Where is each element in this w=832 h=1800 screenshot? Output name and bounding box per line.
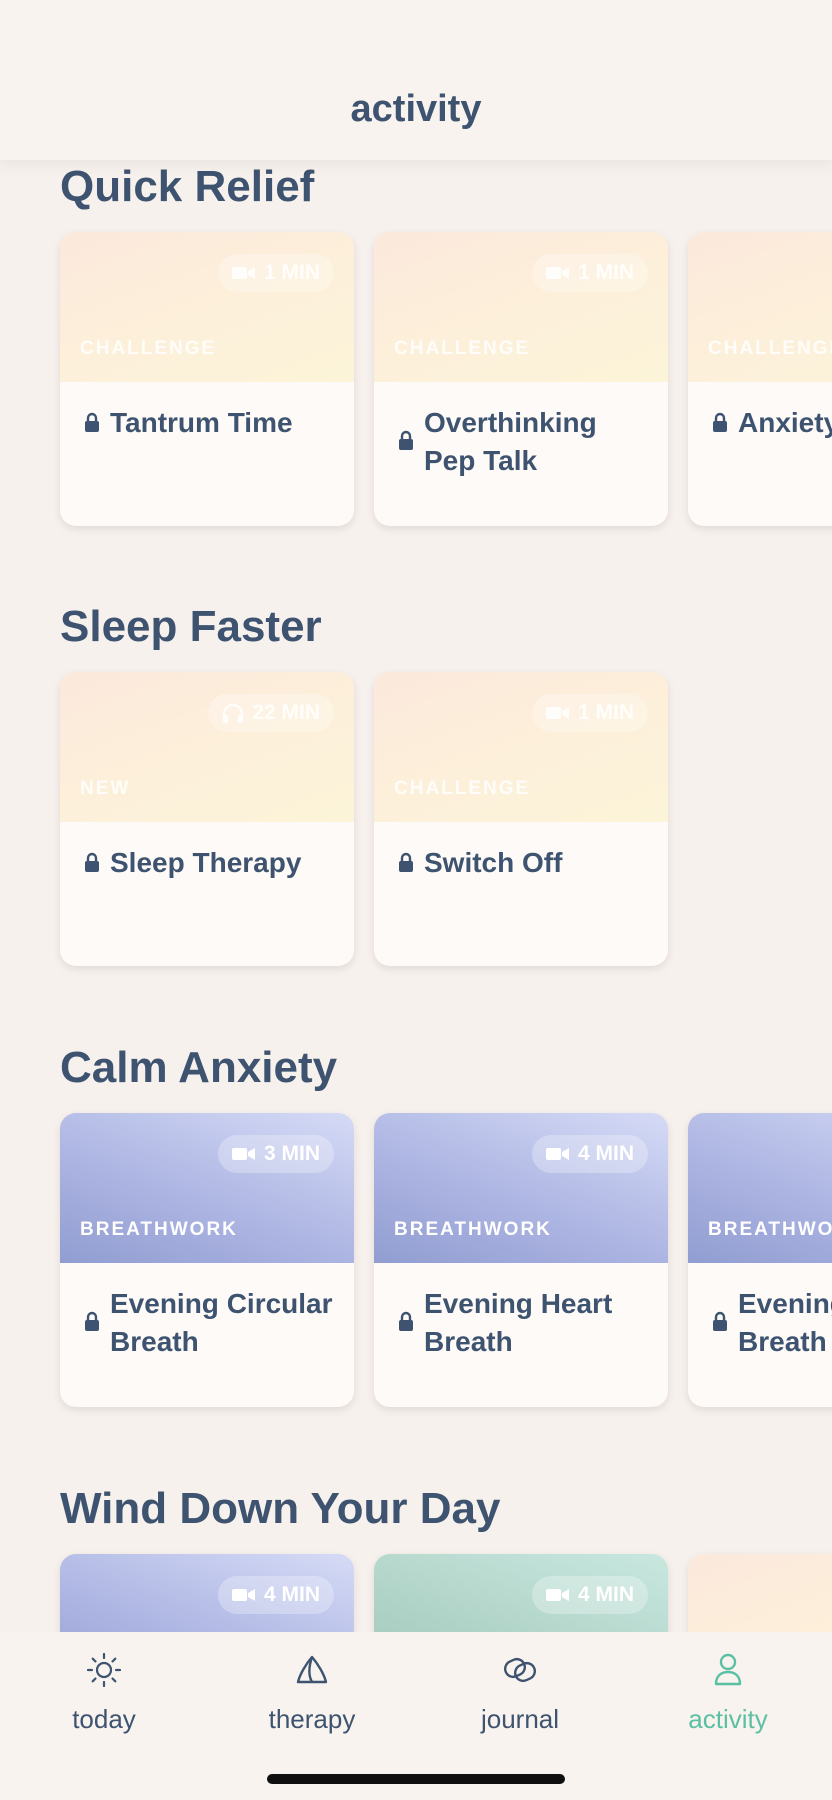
activity-card[interactable]	[688, 1554, 832, 1632]
card-category: CHALLENGE	[80, 338, 217, 359]
section-title: Wind Down Your Day	[60, 1484, 501, 1533]
lock-icon	[712, 412, 728, 432]
card-header	[688, 1554, 832, 1632]
card-header: 22 MIN NEW	[60, 672, 354, 822]
card-body: Sleep Therapy	[60, 822, 354, 966]
card-category: NEW	[80, 778, 131, 799]
card-body: Overthinking Pep Talk	[374, 382, 668, 526]
duration-label: 3 MIN	[263, 1142, 320, 1165]
duration-label: 22 MIN	[252, 701, 320, 724]
activity-card-evening-breath[interactable]: BREATHWOR Evening Breath	[688, 1113, 832, 1407]
activity-card-sleep-therapy[interactable]: 22 MIN NEW Sleep Therapy	[60, 672, 354, 966]
tab-label: activity	[688, 1704, 768, 1734]
lock-icon	[398, 852, 414, 872]
section-title: Quick Relief	[60, 162, 315, 211]
activity-card[interactable]: 4 MIN	[60, 1554, 354, 1632]
card-title: Switch Off	[424, 847, 563, 878]
duration-badge: 1 MIN	[217, 254, 334, 292]
card-header: BREATHWOR	[688, 1113, 832, 1263]
card-category: BREATHWORK	[80, 1219, 238, 1240]
tab-label: today	[72, 1704, 136, 1734]
card-body: Tantrum Time	[60, 382, 354, 526]
duration-badge: 1 MIN	[531, 694, 648, 732]
card-category: BREATHWORK	[394, 1219, 552, 1240]
card-title: Overthinking Pep Talk	[424, 407, 597, 476]
video-camera-icon	[231, 1146, 256, 1162]
card-header: 1 MIN CHALLENGE	[374, 672, 668, 822]
section-title: Calm Anxiety	[60, 1043, 338, 1092]
tab-label: therapy	[268, 1704, 356, 1734]
video-camera-icon	[545, 705, 570, 721]
tab-today[interactable]: today	[24, 1650, 184, 1750]
video-camera-icon	[545, 265, 570, 281]
card-title: Evening Breath	[738, 1288, 832, 1357]
card-header: 1 MIN CHALLENGE	[374, 232, 668, 382]
video-camera-icon	[231, 265, 256, 281]
card-body: Switch Off	[374, 822, 668, 966]
duration-badge: 3 MIN	[217, 1135, 334, 1173]
card-header: 4 MIN	[374, 1554, 668, 1632]
card-title: Sleep Therapy	[110, 847, 302, 878]
card-header: 1 MIN CHALLENGE	[60, 232, 354, 382]
tab-therapy[interactable]: therapy	[232, 1650, 392, 1750]
activity-card-switch-off[interactable]: 1 MIN CHALLENGE Switch Off	[374, 672, 668, 966]
video-camera-icon	[231, 1587, 256, 1603]
lock-icon	[84, 412, 100, 432]
lock-icon	[398, 430, 414, 450]
duration-badge: 4 MIN	[531, 1576, 648, 1614]
lock-icon	[712, 1311, 728, 1331]
card-body: Evening Heart Breath	[374, 1263, 668, 1407]
duration-badge: 4 MIN	[217, 1576, 334, 1614]
card-header: 4 MIN	[60, 1554, 354, 1632]
duration-label: 1 MIN	[577, 701, 634, 724]
duration-label: 1 MIN	[263, 261, 320, 284]
card-header: 3 MIN BREATHWORK	[60, 1113, 354, 1263]
home-indicator	[267, 1774, 565, 1784]
card-title: Evening Heart Breath	[424, 1288, 613, 1357]
duration-badge: 4 MIN	[531, 1135, 648, 1173]
lock-icon	[398, 1311, 414, 1331]
journal-loop-icon	[500, 1650, 540, 1690]
card-body: Anxiety	[688, 382, 832, 526]
video-camera-icon	[545, 1146, 570, 1162]
lock-icon	[84, 852, 100, 872]
card-title: Evening Circular Breath	[110, 1288, 333, 1357]
duration-label: 4 MIN	[577, 1583, 634, 1606]
tab-activity[interactable]: activity	[648, 1650, 808, 1750]
activity-card-evening-heart-breath[interactable]: 4 MIN BREATHWORK Evening Heart Breath	[374, 1113, 668, 1407]
activity-card-anxiety[interactable]: CHALLENGE Anxiety	[688, 232, 832, 526]
top-header: activity	[0, 0, 832, 160]
page-title: activity	[350, 88, 482, 130]
card-body: Evening Breath	[688, 1263, 832, 1407]
duration-label: 1 MIN	[577, 261, 634, 284]
activity-card-overthinking-pep-talk[interactable]: 1 MIN CHALLENGE Overthinking Pep Talk	[374, 232, 668, 526]
headphones-icon	[222, 703, 244, 723]
duration-badge: 22 MIN	[208, 694, 334, 732]
duration-label: 4 MIN	[577, 1142, 634, 1165]
person-icon	[708, 1650, 748, 1690]
sun-icon	[84, 1650, 124, 1690]
card-header: 4 MIN BREATHWORK	[374, 1113, 668, 1263]
tab-label: journal	[480, 1704, 560, 1734]
card-title: Tantrum Time	[110, 407, 293, 438]
activity-card[interactable]: 4 MIN	[374, 1554, 668, 1632]
card-category: CHALLENGE	[394, 778, 531, 799]
card-category: BREATHWOR	[708, 1219, 832, 1240]
activity-card-evening-circular-breath[interactable]: 3 MIN BREATHWORK Evening Circular Breath	[60, 1113, 354, 1407]
card-body: Evening Circular Breath	[60, 1263, 354, 1407]
card-header: CHALLENGE	[688, 232, 832, 382]
triangle-leaf-icon	[292, 1650, 332, 1690]
tab-journal[interactable]: journal	[440, 1650, 600, 1750]
section-title: Sleep Faster	[60, 602, 322, 651]
card-title: Anxiety	[738, 407, 832, 438]
video-camera-icon	[545, 1587, 570, 1603]
card-category: CHALLENGE	[394, 338, 531, 359]
duration-label: 4 MIN	[263, 1583, 320, 1606]
activity-card-tantrum-time[interactable]: 1 MIN CHALLENGE Tantrum Time	[60, 232, 354, 526]
lock-icon	[84, 1311, 100, 1331]
card-category: CHALLENGE	[708, 338, 832, 359]
activity-scroll-area[interactable]: Quick Relief 1 MIN CHALLENGE Tantrum Tim…	[0, 160, 832, 1632]
duration-badge: 1 MIN	[531, 254, 648, 292]
